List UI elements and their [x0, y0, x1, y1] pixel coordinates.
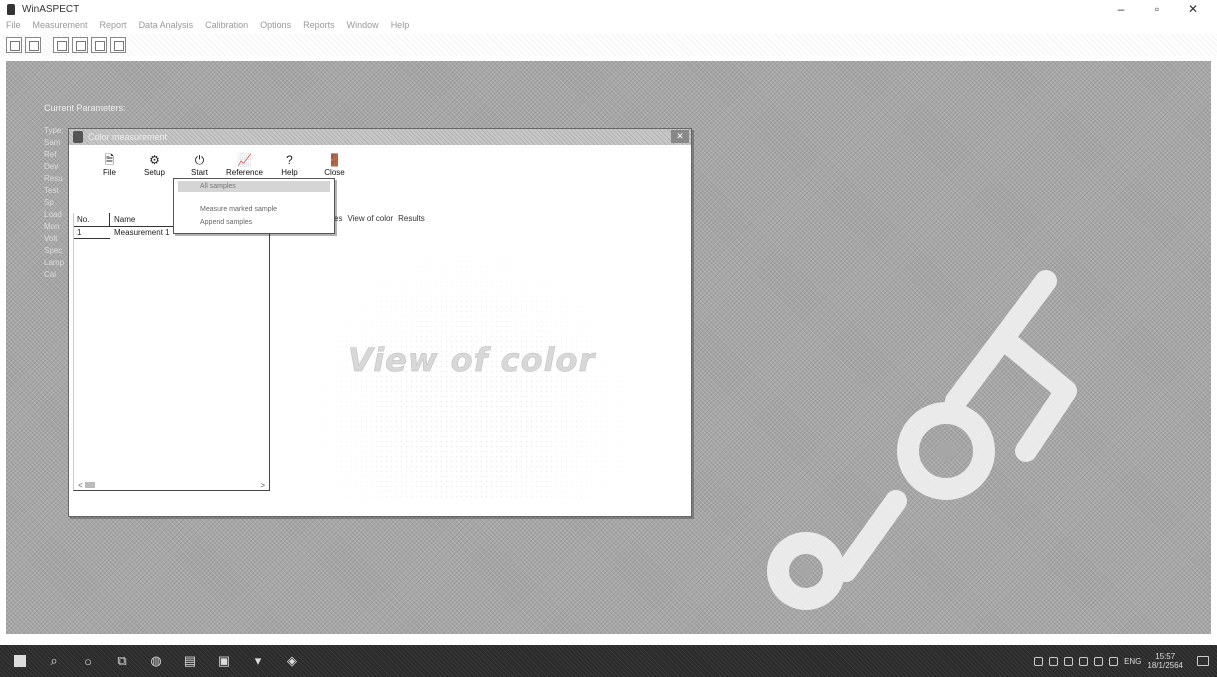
menu-item-all-samples[interactable]: All samples: [178, 181, 330, 192]
network-icon[interactable]: [1094, 656, 1104, 666]
new-icon[interactable]: [6, 37, 22, 53]
close-label: Close: [324, 168, 345, 177]
menu-data-analysis[interactable]: Data Analysis: [139, 20, 194, 30]
help-icon: ?: [286, 153, 293, 167]
measure-icon[interactable]: [91, 37, 107, 53]
tab-samples[interactable]: es: [334, 214, 342, 223]
menu-item-append-samples[interactable]: Append samples: [178, 217, 330, 228]
sample-list[interactable]: No. Name 1 Measurement 1 < >: [73, 213, 270, 491]
setup-button[interactable]: ⚙ Setup: [132, 147, 177, 178]
tray-app-icon[interactable]: [1034, 656, 1044, 666]
power-icon: ⏻: [194, 153, 205, 167]
tab-view-of-color[interactable]: View of color: [347, 214, 393, 223]
volume-icon[interactable]: [1109, 656, 1119, 666]
chart-icon[interactable]: [110, 37, 126, 53]
dialog-title: Color measurement: [88, 132, 168, 142]
app-title: WinASPECT: [22, 3, 80, 15]
start-label: Start: [191, 168, 208, 177]
start-dropdown-menu: All samples Measure marked sample Append…: [173, 178, 335, 234]
clock[interactable]: 15:57 18/1/2564: [1147, 652, 1183, 670]
menu-measurement[interactable]: Measurement: [33, 20, 88, 30]
menu-file[interactable]: File: [6, 20, 21, 30]
window-controls: – ▫ ✕: [1103, 0, 1211, 18]
door-icon: 🚪: [327, 153, 342, 167]
menu-options[interactable]: Options: [260, 20, 291, 30]
setup-icon: ⚙: [149, 153, 160, 167]
view-of-color-label: View of color: [348, 341, 596, 380]
dialog-toolbar: 🗎 File ⚙ Setup ⏻ Start 📈 Reference ? Hel…: [69, 147, 691, 178]
menu-window[interactable]: Window: [347, 20, 379, 30]
language-indicator[interactable]: ENG: [1124, 657, 1141, 666]
row-number: 1: [74, 227, 110, 239]
dialog-titlebar[interactable]: Color measurement ✕: [69, 129, 691, 145]
dialog-app-icon: [73, 131, 83, 143]
reference-button[interactable]: 📈 Reference: [222, 147, 267, 178]
help-button[interactable]: ? Help: [267, 147, 312, 178]
open-icon[interactable]: [25, 37, 41, 53]
scroll-thumb[interactable]: [84, 482, 95, 488]
tab-results[interactable]: Results: [398, 214, 425, 223]
close-button[interactable]: ✕: [1175, 0, 1211, 18]
app-titlebar: WinASPECT – ▫ ✕: [0, 0, 1217, 18]
app-icon: [4, 2, 18, 16]
scroll-right-arrow[interactable]: >: [260, 481, 265, 490]
dialog-close-button[interactable]: ✕: [671, 130, 689, 143]
menu-report[interactable]: Report: [100, 20, 127, 30]
notification-icon[interactable]: [1197, 656, 1209, 666]
explorer-icon[interactable]: ▤: [176, 647, 204, 675]
app-taskbar-icon[interactable]: ◈: [278, 647, 306, 675]
menu-bar: File Measurement Report Data Analysis Ca…: [0, 18, 1217, 32]
main-toolbar: [0, 34, 1217, 56]
column-header-no[interactable]: No.: [74, 213, 110, 226]
view-tabs: es View of color Results: [334, 214, 425, 223]
winaspect-taskbar-icon[interactable]: ▾: [244, 647, 272, 675]
clock-time: 15:57: [1155, 652, 1176, 661]
watermark-logo: [767, 270, 1077, 610]
search-icon[interactable]: ⌕: [40, 647, 68, 675]
tray-app-icon[interactable]: [1079, 656, 1089, 666]
menu-reports[interactable]: Reports: [303, 20, 335, 30]
menu-item-measure-marked[interactable]: Measure marked sample: [178, 204, 330, 215]
reference-label: Reference: [226, 168, 263, 177]
horizontal-scrollbar[interactable]: < >: [74, 480, 269, 490]
print-icon[interactable]: [72, 37, 88, 53]
scroll-left-arrow[interactable]: <: [78, 481, 83, 490]
system-tray: ENG 15:57 18/1/2564: [1034, 645, 1209, 677]
file-label: File: [103, 168, 116, 177]
maximize-button[interactable]: ▫: [1139, 0, 1175, 18]
store-icon[interactable]: ▣: [210, 647, 238, 675]
setup-label: Setup: [144, 168, 165, 177]
clock-date: 18/1/2564: [1147, 661, 1183, 670]
save-icon[interactable]: [53, 37, 69, 53]
browser-icon[interactable]: ◍: [142, 647, 170, 675]
start-button[interactable]: ⏻ Start: [177, 147, 222, 178]
menu-calibration[interactable]: Calibration: [205, 20, 248, 30]
file-icon: 🗎: [104, 153, 115, 167]
close-dialog-button[interactable]: 🚪 Close: [312, 147, 357, 178]
help-label: Help: [281, 168, 298, 177]
task-view-icon[interactable]: ⧉: [108, 647, 136, 675]
taskbar: ⌕ ○ ⧉ ◍ ▤ ▣ ▾ ◈ ENG 15:57 18/1/2564: [0, 645, 1217, 677]
tray-app-icon[interactable]: [1049, 656, 1059, 666]
start-menu-icon[interactable]: [6, 647, 34, 675]
color-measurement-dialog: Color measurement ✕ 🗎 File ⚙ Setup ⏻ Sta…: [68, 128, 692, 517]
minimize-button[interactable]: –: [1103, 0, 1139, 18]
reference-chart-icon: 📈: [237, 153, 252, 167]
cortana-icon[interactable]: ○: [74, 647, 102, 675]
current-parameters-heading: Current Parameters:: [44, 103, 126, 113]
menu-help[interactable]: Help: [391, 20, 410, 30]
file-button[interactable]: 🗎 File: [87, 147, 132, 178]
tray-app-icon[interactable]: [1064, 656, 1074, 666]
